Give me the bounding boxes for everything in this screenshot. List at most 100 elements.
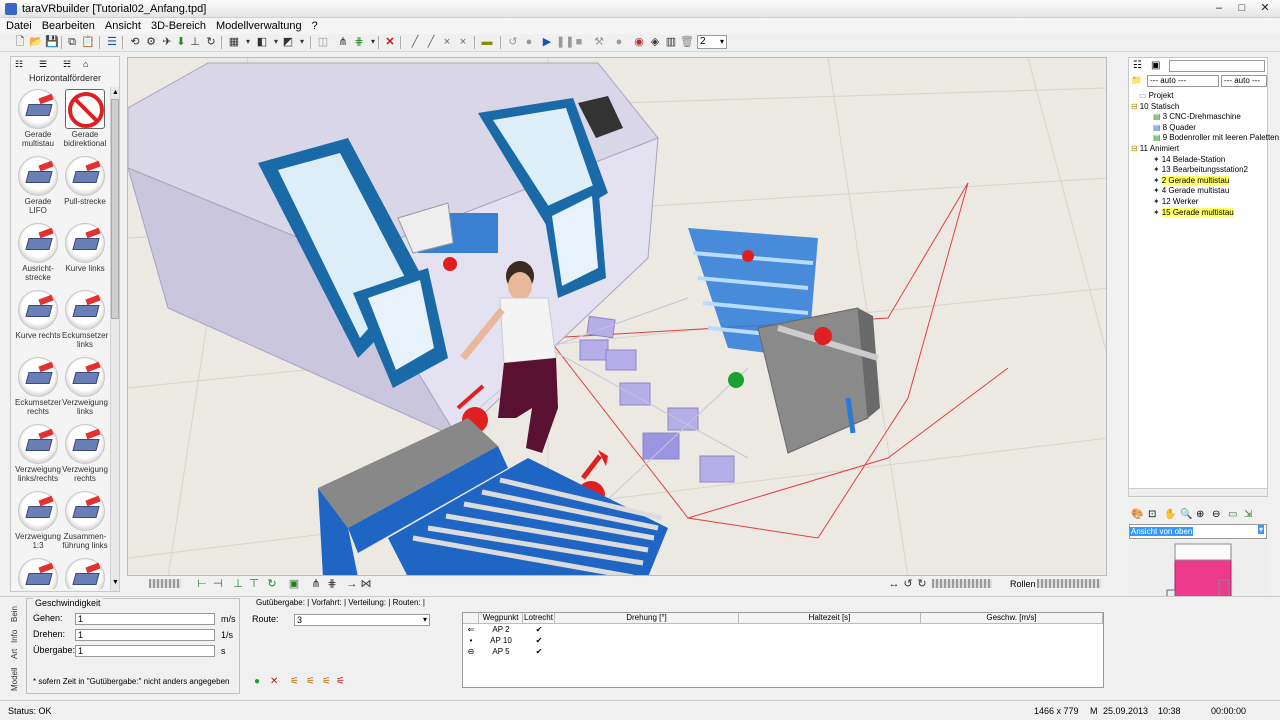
zoom-icon[interactable]: 🔍 bbox=[1180, 509, 1192, 520]
close-button[interactable]: ✕ bbox=[1254, 1, 1276, 16]
add-route-icon[interactable]: ⋕ bbox=[352, 35, 366, 49]
route-tool2-icon[interactable]: ⋕ bbox=[325, 577, 339, 591]
film-icon[interactable]: ▥ bbox=[664, 35, 678, 49]
properties-icon[interactable]: ☰ bbox=[105, 35, 119, 49]
palette-item[interactable]: Pull-strecke bbox=[62, 156, 108, 222]
snap-icon[interactable]: ▣ bbox=[287, 577, 301, 591]
rotate-object-icon[interactable]: ↻ bbox=[204, 35, 218, 49]
palette-item[interactable]: Verzweigung rechts bbox=[62, 424, 108, 490]
cross-tool-icon[interactable]: × bbox=[440, 35, 454, 49]
tab-gutuebergabe[interactable]: Gutübergabe: bbox=[256, 598, 305, 607]
zoom-out-icon[interactable]: ⊖ bbox=[1212, 509, 1220, 520]
palette-tab-icon[interactable]: ☰ bbox=[39, 59, 47, 70]
rotate-cw-icon[interactable]: ↻ bbox=[915, 577, 929, 591]
palette-scrollbar[interactable]: ▲ ▼ bbox=[110, 87, 119, 591]
grid-icon[interactable]: ▦ bbox=[227, 35, 241, 49]
tree-root[interactable]: ▭ Projekt bbox=[1131, 91, 1267, 102]
palette-item[interactable]: Gerade LIFO bbox=[15, 156, 61, 222]
reset-sim-icon[interactable]: ↺ bbox=[506, 35, 520, 49]
measure-map-icon[interactable]: ⇲ bbox=[1244, 509, 1252, 520]
menu-datei[interactable]: Datei bbox=[0, 18, 36, 32]
tree-item[interactable]: ✦ 4 Gerade multistau bbox=[1131, 186, 1267, 197]
zoom-select[interactable]: 2 ▾ bbox=[697, 35, 727, 49]
tree-item[interactable]: ✦ 13 Bearbeitungsstation2 bbox=[1131, 165, 1267, 176]
zoom-in-icon[interactable]: ⊕ bbox=[1196, 509, 1204, 520]
side-tab-modell[interactable]: Modell bbox=[10, 664, 24, 694]
play-icon[interactable]: ▶ bbox=[540, 35, 554, 49]
3d-viewport[interactable]: ↕ bbox=[127, 57, 1107, 576]
tab-vorfahrt[interactable]: Vorfahrt: bbox=[311, 598, 341, 607]
move-horizontal-icon[interactable]: ↔ bbox=[887, 577, 901, 591]
drehen-input[interactable]: 1 bbox=[75, 629, 215, 641]
view-walk-icon[interactable]: ⚙ bbox=[144, 35, 158, 49]
pause-icon[interactable]: ❚❚ bbox=[556, 35, 574, 49]
tree-hscrollbar[interactable] bbox=[1129, 488, 1267, 496]
side-tab-art[interactable]: Art bbox=[10, 646, 24, 662]
stop-icon[interactable]: ■ bbox=[572, 35, 586, 49]
tree-item[interactable]: ▤ 3 CNC-Drehmaschine bbox=[1131, 112, 1267, 123]
camera-record-icon[interactable]: ◉ bbox=[632, 35, 646, 49]
trash-icon[interactable]: 🗑 bbox=[680, 35, 694, 49]
tree-item[interactable]: ▤ 9 Bodenroller mit leeren Paletten bbox=[1131, 133, 1279, 144]
tree-item[interactable]: ✦ 15 Gerade multistau bbox=[1131, 207, 1267, 219]
menu-ansicht[interactable]: Ansicht bbox=[99, 18, 145, 32]
arrow-right-icon[interactable]: → bbox=[345, 577, 359, 591]
tab-verteilung[interactable]: Verteilung: bbox=[348, 598, 386, 607]
palette-item[interactable] bbox=[15, 558, 61, 589]
tree-item[interactable]: ✦ 14 Belade-Station bbox=[1131, 155, 1267, 166]
tree-tab2-icon[interactable]: ▣ bbox=[1151, 60, 1160, 71]
delete-icon[interactable]: ✕ bbox=[383, 35, 397, 49]
maximize-button[interactable]: □ bbox=[1231, 1, 1253, 16]
view-select[interactable]: Ansicht von oben ▾ bbox=[1129, 524, 1267, 539]
tree-tab-icon[interactable]: ☷ bbox=[1133, 60, 1142, 71]
axis4-icon[interactable]: ⊤ bbox=[247, 577, 261, 591]
palette-tab-icon[interactable]: ☵ bbox=[63, 59, 71, 70]
palette-item[interactable] bbox=[62, 558, 108, 589]
menu-help[interactable]: ? bbox=[306, 18, 322, 32]
align-icon[interactable]: ◫ bbox=[316, 35, 330, 49]
measure-icon[interactable]: ⊥ bbox=[188, 35, 202, 49]
minimize-button[interactable]: – bbox=[1208, 1, 1230, 16]
tree-item[interactable]: ✦ 2 Gerade multistau bbox=[1131, 175, 1267, 187]
axis3-icon[interactable]: ⊥ bbox=[231, 577, 245, 591]
color-picker-icon[interactable]: 🎨 bbox=[1131, 509, 1143, 520]
paste-icon[interactable]: 📋 bbox=[81, 35, 95, 49]
tab-routen[interactable]: Routen: bbox=[393, 598, 421, 607]
palette-tab-icon[interactable]: ⌂ bbox=[83, 59, 88, 69]
render-dropdown-icon[interactable]: ▾ bbox=[295, 35, 309, 49]
pan-icon[interactable]: ✋ bbox=[1164, 509, 1176, 520]
palette-item[interactable]: Verzweigung 1:3 bbox=[15, 491, 61, 557]
record-settings-icon[interactable]: ⚒ bbox=[592, 35, 606, 49]
palette-item[interactable]: Zusammen-führung links bbox=[62, 491, 108, 557]
tree-group[interactable]: ⊟ 11 Animiert bbox=[1131, 144, 1267, 155]
tree-item[interactable]: ✦ 12 Werker bbox=[1131, 197, 1267, 208]
side-tab-bein[interactable]: Bein bbox=[10, 602, 24, 626]
side-tab-info[interactable]: Info bbox=[10, 626, 24, 646]
table-header[interactable]: Haltezeit [s] bbox=[739, 613, 921, 624]
palette-item[interactable]: Kurve links bbox=[62, 223, 108, 289]
palette-tab-icon[interactable]: ☷ bbox=[15, 59, 23, 70]
copy-icon[interactable]: ⧉ bbox=[65, 35, 79, 49]
scroll-down-icon[interactable]: ▼ bbox=[112, 579, 119, 586]
loading-station[interactable] bbox=[757, 307, 880, 454]
table-header[interactable]: Lotrecht bbox=[523, 613, 555, 624]
menu-modellverwaltung[interactable]: Modellverwaltung bbox=[210, 18, 306, 32]
waypoint-tool2-icon[interactable]: ⚟ bbox=[306, 676, 315, 687]
route-tool3-icon[interactable]: ⋈ bbox=[359, 577, 373, 591]
map-icon[interactable]: ▭ bbox=[1228, 509, 1237, 520]
palette-item[interactable]: Gerade bidirektional bbox=[62, 89, 108, 155]
tree-combo-2[interactable]: --- auto --- bbox=[1221, 75, 1267, 87]
waypoint-tool4-icon[interactable]: ⚟ bbox=[336, 676, 345, 687]
scrollbar-thumb[interactable] bbox=[111, 99, 119, 319]
tree-combo-1[interactable]: --- auto --- bbox=[1147, 75, 1219, 87]
palette-item[interactable]: Gerade multistau bbox=[15, 89, 61, 155]
cross-tool2-icon[interactable]: × bbox=[456, 35, 470, 49]
rotate-x-icon[interactable]: ↻ bbox=[265, 577, 279, 591]
uebergabe-input[interactable]: 1 bbox=[75, 645, 215, 657]
route-icon[interactable]: ⋔ bbox=[336, 35, 350, 49]
step-sim-icon[interactable]: ● bbox=[522, 35, 536, 49]
view-rotate-icon[interactable]: ⟲ bbox=[128, 35, 142, 49]
scroll-up-icon[interactable]: ▲ bbox=[112, 89, 119, 96]
fit-view-icon[interactable]: ⊡ bbox=[1148, 509, 1156, 520]
palette-item[interactable]: Ausricht-strecke bbox=[15, 223, 61, 289]
